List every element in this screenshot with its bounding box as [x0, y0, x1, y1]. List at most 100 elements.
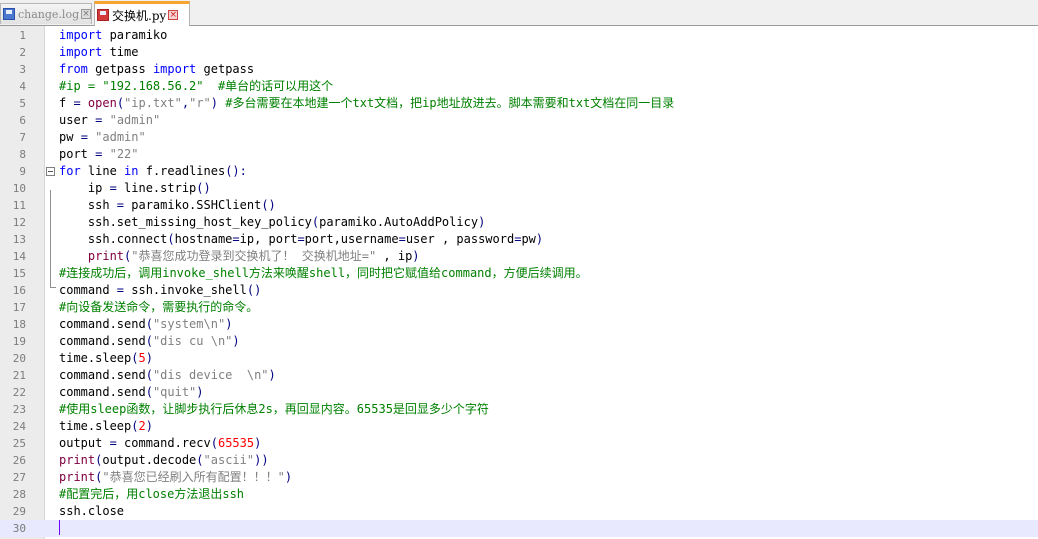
code-token: user: [59, 113, 96, 127]
line-number: 8: [19, 148, 26, 161]
code-line[interactable]: 11 ssh = paramiko.SSHClient(): [0, 197, 1038, 214]
code-token: paramiko.SSHClient: [124, 198, 262, 212]
code-text: #使用sleep函数，让脚步执行后休息2s，再回显内容。65535是回显多少个字…: [59, 401, 489, 418]
code-line[interactable]: 3 from getpass import getpass: [0, 61, 1038, 78]
code-token: "22": [109, 147, 139, 161]
code-text: command.send("dis device \n"): [59, 367, 276, 384]
code-line[interactable]: 4 #ip = "192.168.56.2" #单台的话可以用这个: [0, 78, 1038, 95]
code-line[interactable]: 25 output = command.recv(65535): [0, 435, 1038, 452]
code-token: =: [297, 232, 305, 246]
fold-guide: [50, 190, 51, 287]
code-line[interactable]: 13 ssh.connect(hostname=ip, port=port,us…: [0, 231, 1038, 248]
code-line[interactable]: 6 user = "admin": [0, 112, 1038, 129]
line-number: 17: [12, 301, 26, 314]
line-number: 4: [19, 80, 26, 93]
code-token: 5: [138, 351, 146, 365]
code-text: ip = line.strip(): [59, 180, 211, 197]
code-text: import paramiko: [59, 27, 167, 44]
code-token: paramiko.AutoAddPolicy: [319, 215, 479, 229]
tab-switch-py[interactable]: 交换机.py ×: [94, 1, 190, 26]
code-line[interactable]: 29 ssh.close: [0, 503, 1038, 520]
code-text: for line in f.readlines():: [59, 163, 247, 180]
code-line[interactable]: 17 #向设备发送命令，需要执行的命令。: [0, 299, 1038, 316]
code-line[interactable]: 26 print(output.decode("ascii")): [0, 452, 1038, 469]
code-token: #ip = "192.168.56.2" #单台的话可以用这个: [59, 79, 334, 93]
code-line[interactable]: 1 import paramiko: [0, 27, 1038, 44]
code-line[interactable]: 18 command.send("system\n"): [0, 316, 1038, 333]
code-line[interactable]: 15 #连接成功后，调用invoke_shell方法来唤醒shell，同时把它赋值…: [0, 265, 1038, 282]
code-token: time.sleep: [59, 419, 132, 433]
code-line[interactable]: 16 command = ssh.invoke_shell(): [0, 282, 1038, 299]
line-number: 19: [12, 335, 26, 348]
code-token: command.send: [59, 368, 146, 382]
line-number: 11: [12, 199, 26, 212]
code-line[interactable]: 2 import time: [0, 44, 1038, 61]
code-line[interactable]: 5 f = open("ip.txt","r") #多台需要在本地建一个txt文档…: [0, 95, 1038, 112]
line-number: 18: [12, 318, 26, 331]
code-token: ): [412, 249, 420, 263]
line-number: 24: [12, 420, 26, 433]
code-line[interactable]: 8 port = "22": [0, 146, 1038, 163]
code-token: #多台需要在本地建一个txt文档，把ip地址放进去。脚本需要和txt文档在同一目…: [218, 96, 675, 110]
line-number: 3: [19, 63, 26, 76]
code-line[interactable]: 9 for line in f.readlines():: [0, 163, 1038, 180]
tab-change-log[interactable]: change.log ×: [0, 3, 92, 24]
code-line[interactable]: 22 command.send("quit"): [0, 384, 1038, 401]
code-token: for: [59, 164, 81, 178]
code-token: "dis cu \n": [152, 334, 233, 348]
code-token: ,: [181, 96, 190, 110]
code-line[interactable]: 12 ssh.set_missing_host_key_policy(param…: [0, 214, 1038, 231]
code-token: "dis device \n": [152, 368, 269, 382]
code-line[interactable]: 14 print("恭喜您成功登录到交换机了！ 交换机地址=" , ip): [0, 248, 1038, 265]
code-line[interactable]: 10 ip = line.strip(): [0, 180, 1038, 197]
code-line[interactable]: 19 command.send("dis cu \n"): [0, 333, 1038, 350]
code-token: "r": [189, 96, 211, 110]
code-token: =: [73, 96, 81, 110]
code-text: ssh.close: [59, 503, 124, 520]
code-text: command.send("quit"): [59, 384, 204, 401]
code-token: output.decode: [102, 453, 197, 467]
code-token: =: [232, 232, 240, 246]
line-number: 5: [19, 97, 26, 110]
code-text: #连接成功后，调用invoke_shell方法来唤醒shell，同时把它赋值给c…: [59, 265, 588, 282]
code-line[interactable]: 7 pw = "admin": [0, 129, 1038, 146]
code-editor[interactable]: 1 import paramiko 2 import time 3 from getpas…: [0, 26, 1038, 539]
code-line[interactable]: 23 #使用sleep函数，让脚步执行后休息2s，再回显内容。65535是回显多少…: [0, 401, 1038, 418]
line-number: 20: [12, 352, 26, 365]
line-number: 7: [19, 131, 26, 144]
tab-label: change.log: [18, 7, 80, 21]
code-token: (: [145, 368, 153, 382]
code-token: import: [59, 45, 103, 59]
code-token: command.send: [59, 385, 146, 399]
code-text: command = ssh.invoke_shell(): [59, 282, 261, 299]
code-token: (: [210, 436, 218, 450]
code-text: command.send("system\n"): [59, 316, 232, 333]
line-number: 13: [12, 233, 26, 246]
code-token: port: [59, 147, 96, 161]
code-token: "admin": [109, 113, 161, 127]
code-line[interactable]: 24 time.sleep(2): [0, 418, 1038, 435]
code-token: ():: [225, 164, 247, 178]
code-token: (: [145, 334, 153, 348]
code-token: print: [59, 470, 96, 484]
fold-toggle-icon[interactable]: [46, 167, 55, 176]
code-token: getpass: [87, 62, 153, 76]
code-line[interactable]: 20 time.sleep(5): [0, 350, 1038, 367]
code-token: ): [535, 232, 544, 246]
code-line[interactable]: 28 #配置完后，用close方法退出ssh: [0, 486, 1038, 503]
code-token: from: [59, 62, 88, 76]
code-line[interactable]: 30: [0, 520, 1038, 537]
code-token: f: [59, 96, 74, 110]
close-icon[interactable]: ×: [168, 10, 179, 20]
code-token: 65535: [217, 436, 255, 450]
close-icon[interactable]: ×: [81, 9, 91, 19]
code-line[interactable]: 21 command.send("dis device \n"): [0, 367, 1038, 384]
code-token: time.sleep: [59, 351, 132, 365]
code-token: ): [254, 436, 262, 450]
line-number: 29: [12, 505, 26, 518]
code-token: line.strip: [116, 181, 197, 195]
code-token: =: [116, 198, 125, 212]
code-line[interactable]: 27 print("恭喜您已经刷入所有配置！！！"): [0, 469, 1038, 486]
